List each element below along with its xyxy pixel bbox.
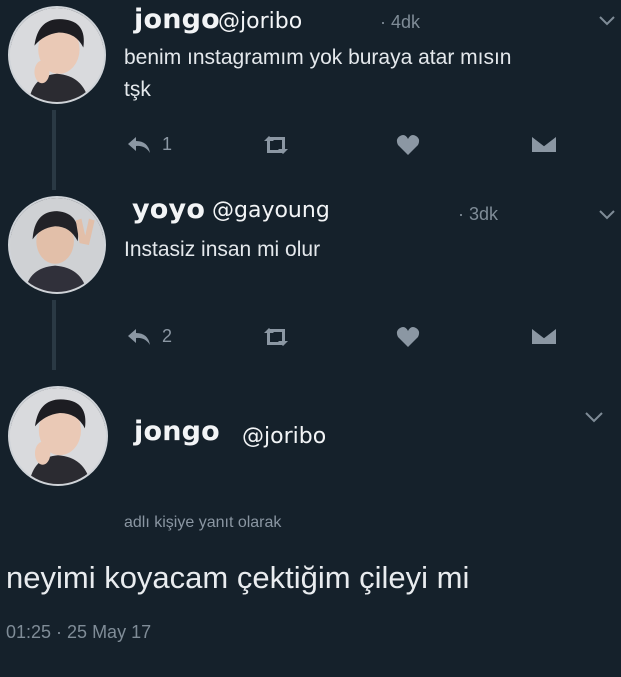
tweet-text: neyimi koyacam çektiğim çileyi mi bbox=[6, 560, 470, 595]
avatar-image bbox=[10, 388, 106, 484]
reply-count: 1 bbox=[162, 134, 173, 154]
display-name[interactable]: yoyo bbox=[132, 194, 205, 225]
avatar[interactable] bbox=[8, 386, 108, 486]
display-name[interactable]: jongo bbox=[134, 416, 220, 447]
heart-icon[interactable] bbox=[396, 134, 420, 156]
retweet-icon[interactable] bbox=[260, 135, 292, 155]
chevron-down-icon[interactable] bbox=[598, 208, 616, 226]
avatar[interactable] bbox=[8, 6, 106, 104]
reply-icon bbox=[126, 327, 152, 347]
chevron-down-icon[interactable] bbox=[584, 410, 604, 428]
reply-icon bbox=[126, 135, 152, 155]
envelope-icon[interactable] bbox=[530, 326, 558, 346]
heart-icon[interactable] bbox=[396, 326, 420, 348]
reply-count: 2 bbox=[162, 326, 173, 346]
thread-line-1 bbox=[52, 110, 56, 190]
tweet-text-line2: tşk bbox=[124, 78, 151, 101]
tweet-timestamp[interactable]: 01:25 · 25 May 17 bbox=[6, 622, 151, 643]
thread-line-2 bbox=[52, 300, 56, 370]
tweet-text: Instasiz insan mi olur bbox=[124, 238, 321, 261]
reply-to-label[interactable]: adlı kişiye yanıt olarak bbox=[124, 514, 281, 532]
tweet-time[interactable]: · 4dk bbox=[380, 12, 420, 33]
user-handle[interactable]: @joribo bbox=[242, 424, 326, 449]
avatar-image bbox=[10, 198, 104, 292]
avatar[interactable] bbox=[8, 196, 106, 294]
retweet-icon[interactable] bbox=[260, 327, 292, 347]
envelope-icon[interactable] bbox=[530, 134, 558, 154]
user-handle[interactable]: @gayoung bbox=[212, 198, 330, 223]
tweet-text: benim ınstagramım yok buraya atar mısın bbox=[124, 46, 512, 69]
chevron-down-icon[interactable] bbox=[598, 14, 616, 32]
display-name[interactable]: jongo bbox=[134, 4, 220, 35]
avatar-image bbox=[10, 8, 104, 102]
reply-button[interactable]: 1 bbox=[126, 134, 172, 155]
tweet-time[interactable]: · 3dk bbox=[458, 204, 498, 225]
reply-button[interactable]: 2 bbox=[126, 326, 172, 347]
user-handle[interactable]: @joribo bbox=[218, 9, 302, 34]
